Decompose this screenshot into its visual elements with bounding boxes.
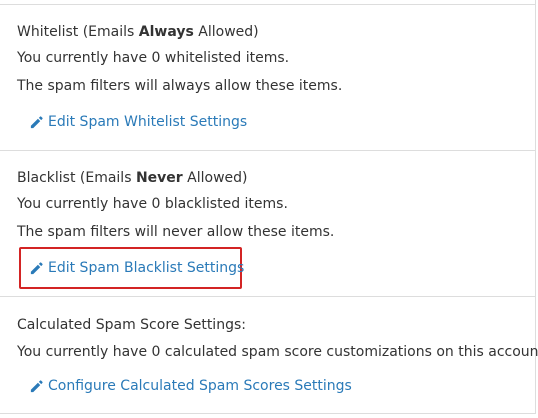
blacklist-heading-suffix: Allowed) [182,170,248,186]
whitelist-count-text: You currently have 0 whitelisted items. [17,50,290,66]
configure-spam-scores-label: Configure Calculated Spam Scores Setting… [48,378,352,394]
blacklist-section: Blacklist (Emails Never Allowed) You cur… [0,150,536,296]
whitelist-heading: Whitelist (Emails Always Allowed) [17,23,259,41]
configure-spam-scores-link[interactable]: Configure Calculated Spam Scores Setting… [29,375,352,397]
spam-score-section: Calculated Spam Score Settings: You curr… [0,296,538,414]
edit-spam-whitelist-label: Edit Spam Whitelist Settings [48,114,248,130]
blacklist-heading-emphasis: Never [135,170,183,186]
whitelist-section: Whitelist (Emails Always Allowed) You cu… [0,4,536,150]
pencil-icon [30,379,43,392]
blacklist-heading-prefix: Blacklist (Emails [17,170,136,186]
pencil-icon [30,115,43,128]
pencil-icon [30,261,43,274]
whitelist-heading-suffix: Allowed) [193,24,259,40]
whitelist-heading-emphasis: Always [138,24,194,40]
blacklist-heading: Blacklist (Emails Never Allowed) [17,169,248,187]
blacklist-description: The spam filters will never allow these … [17,224,335,240]
whitelist-heading-prefix: Whitelist (Emails [17,24,139,40]
spam-settings-panel: Whitelist (Emails Always Allowed) You cu… [0,0,538,414]
spam-score-count-text: You currently have 0 calculated spam sco… [17,344,538,360]
whitelist-description: The spam filters will always allow these… [17,78,343,94]
blacklist-count-text: You currently have 0 blacklisted items. [17,196,288,212]
edit-spam-whitelist-link[interactable]: Edit Spam Whitelist Settings [29,111,247,133]
spam-score-heading: Calculated Spam Score Settings: [17,317,246,333]
edit-spam-blacklist-label: Edit Spam Blacklist Settings [48,260,245,276]
edit-spam-blacklist-link[interactable]: Edit Spam Blacklist Settings [29,257,244,279]
